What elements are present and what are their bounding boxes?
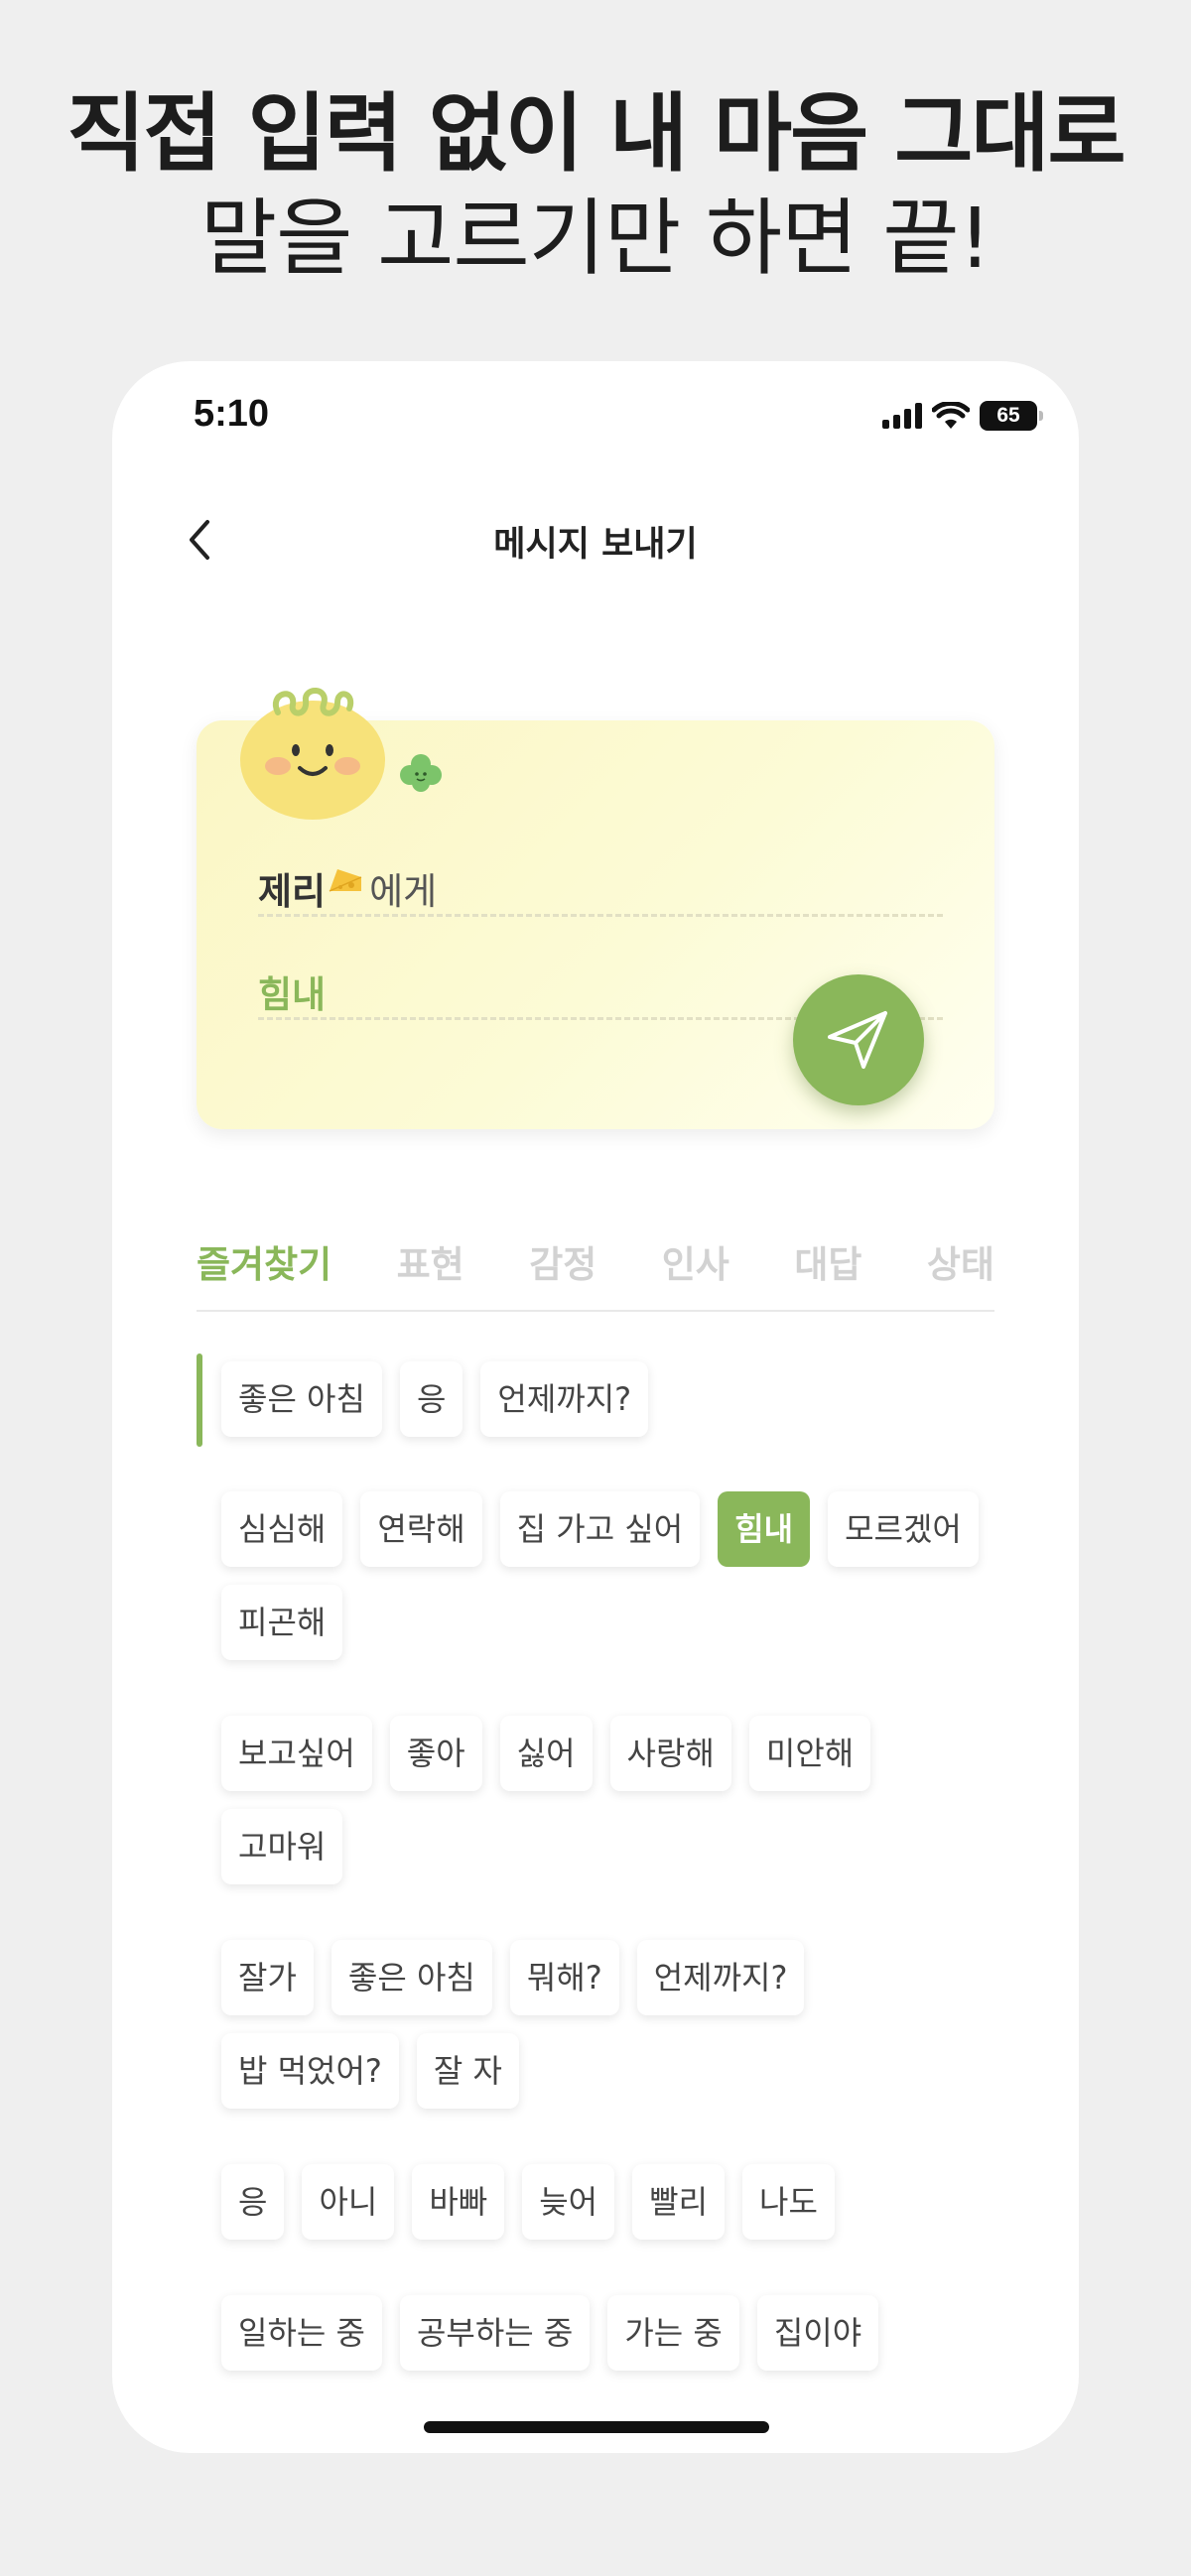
phrase-chip[interactable]: 일하는 중 <box>221 2295 382 2371</box>
phrase-group-2: 보고싶어 좋아 싫어 사랑해 미안해 고마워 <box>221 1716 1015 1902</box>
wifi-icon <box>932 402 970 429</box>
phrase-chip[interactable]: 싫어 <box>499 1716 593 1791</box>
home-indicator <box>424 2421 769 2433</box>
headline-line-2: 말을 고르기만 하면 끝! <box>199 190 992 287</box>
phone-screen: 5:10 65 메시지 보내기 제리 에게 힘내 즐겨찾기 표현 감정 인사 대… <box>112 361 1079 2453</box>
phrase-chip[interactable]: 언제까지? <box>636 1940 805 2015</box>
headline-line-1: 직접 입력 없이 내 마음 그대로 <box>66 84 1125 184</box>
category-tabs: 즐겨찾기 표현 감정 인사 대답 상태 <box>197 1232 994 1312</box>
tab-status[interactable]: 상태 <box>927 1232 994 1310</box>
phrase-chip[interactable]: 밥 먹었어? <box>221 2033 399 2109</box>
phrase-chip[interactable]: 아니 <box>302 2164 395 2240</box>
phrase-group-5: 일하는 중 공부하는 중 가는 중 집이야 <box>221 2295 1015 2388</box>
phrase-chip[interactable]: 피곤해 <box>221 1585 343 1660</box>
send-icon <box>828 1011 887 1069</box>
status-icons: 65 <box>882 401 1043 431</box>
phrase-chip[interactable]: 응 <box>221 2164 285 2240</box>
tab-emotion[interactable]: 감정 <box>529 1232 596 1310</box>
recipient-name: 제리 <box>258 870 327 913</box>
tab-favorites[interactable]: 즐겨찾기 <box>197 1232 331 1310</box>
phrase-chip[interactable]: 늦어 <box>522 2164 615 2240</box>
phrase-chip[interactable]: 가는 중 <box>607 2295 739 2371</box>
signal-icon <box>882 403 922 429</box>
phrase-chip[interactable]: 언제까지? <box>480 1361 649 1437</box>
phrase-chip-selected[interactable]: 힘내 <box>718 1491 811 1567</box>
tab-greeting[interactable]: 인사 <box>662 1232 729 1310</box>
phrase-chip[interactable]: 잘가 <box>221 1940 314 2015</box>
favorites-indicator <box>197 1353 202 1447</box>
phrase-chip[interactable]: 미안해 <box>748 1716 871 1791</box>
tab-expression[interactable]: 표현 <box>397 1232 464 1310</box>
phrase-chip[interactable]: 응 <box>399 1361 463 1437</box>
favorites-chips: 좋은 아침 응 언제까지? <box>221 1361 1015 1455</box>
phrase-chip[interactable]: 바빠 <box>412 2164 505 2240</box>
phrase-chip[interactable]: 고마워 <box>221 1809 343 1884</box>
phrase-chip[interactable]: 연락해 <box>360 1491 482 1567</box>
phrase-group-3: 잘가 좋은 아침 뭐해? 언제까지? 밥 먹었어? 잘 자 <box>221 1940 1015 2126</box>
phrase-chip[interactable]: 모르겠어 <box>828 1491 979 1567</box>
phrase-chip[interactable]: 집이야 <box>756 2295 879 2371</box>
phrase-chip[interactable]: 뭐해? <box>509 1940 619 2015</box>
recipient-suffix: 에게 <box>369 870 438 913</box>
phrase-chip[interactable]: 심심해 <box>221 1491 343 1567</box>
clover-icon <box>400 754 442 792</box>
recipient-line: 제리 에게 <box>258 861 943 917</box>
phrase-chip[interactable]: 잘 자 <box>416 2033 519 2109</box>
status-time: 5:10 <box>194 393 270 435</box>
phrase-chip[interactable]: 공부하는 중 <box>399 2295 591 2371</box>
send-button[interactable] <box>793 974 924 1105</box>
phrase-group-4: 응 아니 바빠 늦어 빨리 나도 <box>221 2164 1015 2257</box>
phrase-chip[interactable]: 좋은 아침 <box>221 1361 382 1437</box>
page-title: 메시지 보내기 <box>493 525 698 565</box>
phrase-chip[interactable]: 좋아 <box>389 1716 482 1791</box>
headline: 직접 입력 없이 내 마음 그대로 말을 고르기만 하면 끝! <box>0 81 1191 290</box>
phrase-group-1: 심심해 연락해 집 가고 싶어 힘내 모르겠어 피곤해 <box>221 1491 1015 1678</box>
message-card: 제리 에게 힘내 <box>197 688 994 1129</box>
phrase-chip[interactable]: 빨리 <box>632 2164 726 2240</box>
phrase-chip[interactable]: 보고싶어 <box>221 1716 372 1791</box>
cheese-icon <box>329 869 362 892</box>
tab-answer[interactable]: 대답 <box>794 1232 861 1310</box>
battery-icon: 65 <box>980 401 1043 431</box>
phrase-chip[interactable]: 나도 <box>742 2164 835 2240</box>
phrase-chip[interactable]: 집 가고 싶어 <box>499 1491 701 1567</box>
mascot-icon <box>240 688 385 820</box>
phrase-chip[interactable]: 사랑해 <box>609 1716 731 1791</box>
phrase-chip[interactable]: 좋은 아침 <box>331 1940 492 2015</box>
